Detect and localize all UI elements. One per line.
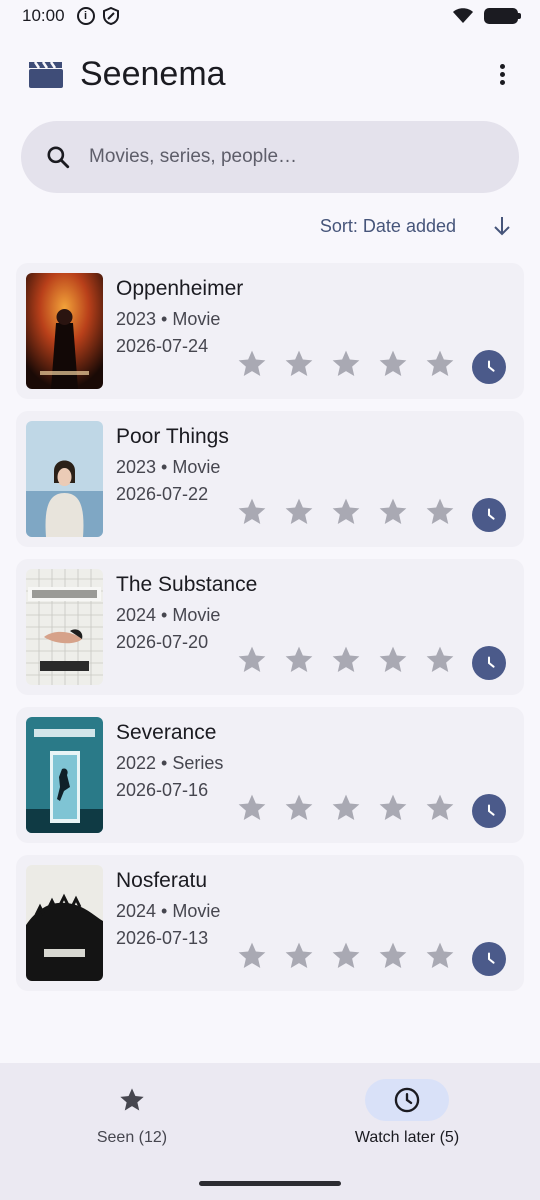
star-icon[interactable] <box>283 348 315 380</box>
star-icon[interactable] <box>424 940 456 972</box>
movie-title: The Substance <box>116 573 258 596</box>
clock-icon <box>487 656 495 668</box>
movie-date: 2026-07-24 <box>116 336 209 356</box>
home-indicator[interactable] <box>199 1181 341 1186</box>
clock-icon <box>487 804 495 816</box>
status-time: 10:00 <box>22 6 65 25</box>
star-icon[interactable] <box>377 940 409 972</box>
sort-row: Sort: Date added <box>0 210 540 244</box>
app-title: Seenema <box>80 54 226 93</box>
star-icon[interactable] <box>330 348 362 380</box>
movie-card[interactable]: The Substance 2024 • Movie 2026-07-20 <box>16 559 524 695</box>
search-input[interactable] <box>89 146 489 168</box>
rating-stars <box>236 792 456 824</box>
movie-poster <box>26 865 103 981</box>
watch-later-toggle[interactable] <box>472 646 506 680</box>
star-icon <box>120 1088 144 1111</box>
wifi-icon <box>453 8 473 23</box>
star-icon[interactable] <box>424 792 456 824</box>
movie-title: Severance <box>116 721 217 744</box>
nav-seen[interactable]: Seen (12) <box>42 1079 222 1147</box>
star-icon[interactable] <box>283 644 315 676</box>
battery-icon <box>484 8 521 24</box>
bottom-nav: Seen (12) Watch later (5) <box>0 1063 540 1200</box>
star-icon[interactable] <box>330 940 362 972</box>
movie-poster <box>26 569 103 685</box>
star-icon[interactable] <box>236 644 268 676</box>
star-icon[interactable] <box>330 644 362 676</box>
movie-meta: 2023 • Movie <box>116 309 221 329</box>
star-icon[interactable] <box>377 644 409 676</box>
watch-later-toggle[interactable] <box>472 350 506 384</box>
nav-watch-later[interactable]: Watch later (5) <box>317 1079 497 1147</box>
star-icon[interactable] <box>330 792 362 824</box>
rating-stars <box>236 496 456 528</box>
star-icon[interactable] <box>236 348 268 380</box>
star-icon[interactable] <box>377 792 409 824</box>
info-icon: i <box>76 7 95 25</box>
movie-poster <box>26 717 103 833</box>
movie-date: 2026-07-20 <box>116 632 209 652</box>
nav-watch-later-label: Watch later (5) <box>354 1129 460 1146</box>
movie-title: Oppenheimer <box>116 277 244 300</box>
movie-meta: 2023 • Movie <box>116 457 221 477</box>
movie-card[interactable]: Nosferatu 2024 • Movie 2026-07-13 <box>16 855 524 991</box>
star-icon[interactable] <box>283 792 315 824</box>
star-icon[interactable] <box>424 496 456 528</box>
star-icon[interactable] <box>236 496 268 528</box>
movie-meta: 2022 • Series <box>116 753 224 773</box>
star-icon[interactable] <box>236 940 268 972</box>
watch-later-toggle[interactable] <box>472 794 506 828</box>
star-icon[interactable] <box>236 792 268 824</box>
movie-meta: 2024 • Movie <box>116 901 221 921</box>
status-bar: 10:00 i <box>0 0 540 32</box>
shield-icon <box>102 7 119 25</box>
movie-title: Nosferatu <box>116 869 208 892</box>
star-icon[interactable] <box>283 940 315 972</box>
star-icon[interactable] <box>330 496 362 528</box>
movie-meta: 2024 • Movie <box>116 605 221 625</box>
app-bar: Seenema <box>0 50 540 98</box>
star-icon[interactable] <box>283 496 315 528</box>
watch-later-toggle[interactable] <box>472 498 506 532</box>
watch-later-toggle[interactable] <box>472 942 506 976</box>
movie-poster <box>26 421 103 537</box>
movie-card[interactable]: Poor Things 2023 • Movie 2026-07-22 <box>16 411 524 547</box>
clock-icon <box>487 508 495 520</box>
movie-date: 2026-07-22 <box>116 484 209 504</box>
star-icon[interactable] <box>377 348 409 380</box>
clock-icon <box>487 952 495 964</box>
more-options-icon[interactable] <box>490 62 514 86</box>
nav-seen-label: Seen (12) <box>96 1129 168 1146</box>
star-icon[interactable] <box>424 644 456 676</box>
movie-title: Poor Things <box>116 425 229 448</box>
movie-card[interactable]: Severance 2022 • Series 2026-07-16 <box>16 707 524 843</box>
rating-stars <box>236 348 456 380</box>
rating-stars <box>236 644 456 676</box>
movie-poster <box>26 273 103 389</box>
movie-card[interactable]: Oppenheimer 2023 • Movie 2026-07-24 <box>16 263 524 399</box>
clock-icon <box>487 360 495 372</box>
star-icon[interactable] <box>377 496 409 528</box>
movie-date: 2026-07-13 <box>116 928 209 948</box>
search-bar[interactable] <box>21 121 519 193</box>
star-icon[interactable] <box>424 348 456 380</box>
clock-icon <box>394 1087 420 1113</box>
search-icon <box>47 146 70 169</box>
movie-list: Oppenheimer 2023 • Movie 2026-07-24 Poor… <box>16 263 524 1003</box>
arrow-down-icon[interactable] <box>490 214 514 238</box>
movie-date: 2026-07-16 <box>116 780 209 800</box>
rating-stars <box>236 940 456 972</box>
sort-button[interactable]: Sort: Date added <box>320 216 456 237</box>
clapperboard-icon <box>29 61 63 88</box>
